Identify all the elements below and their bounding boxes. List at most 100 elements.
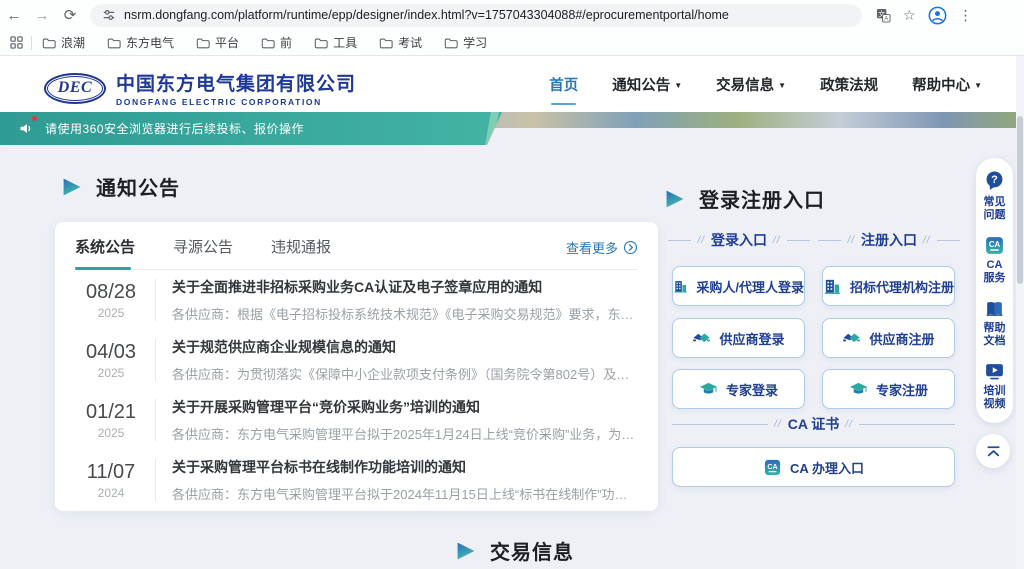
notice-date: 04/03 2025 — [75, 341, 147, 380]
bookmark-label: 学习 — [463, 34, 487, 51]
bookmark-folder[interactable]: 前 — [261, 34, 292, 51]
floating-help-rail: ? 常见问题 CA CA服务 帮助文档 培训视频 — [976, 158, 1013, 423]
notification-dot — [32, 116, 37, 121]
folder-icon — [314, 37, 328, 49]
expert-register-button[interactable]: 专家注册 — [822, 369, 955, 409]
row-divider — [155, 399, 156, 441]
folder-icon — [444, 37, 458, 49]
notice-row[interactable]: 11/07 2024 关于采购管理平台标书在线制作功能培训的通知 各供应商：东方… — [75, 450, 638, 510]
notice-title[interactable]: 关于规范供应商企业规模信息的通知 — [172, 337, 638, 357]
view-more-link[interactable]: 查看更多 — [566, 238, 638, 257]
book-icon — [984, 298, 1005, 319]
notice-title[interactable]: 关于采购管理平台标书在线制作功能培训的通知 — [172, 457, 638, 477]
notice-date: 08/28 2025 — [75, 281, 147, 320]
url-bar[interactable]: nsrm.dongfang.com/platform/runtime/epp/d… — [90, 4, 862, 27]
view-more-label: 查看更多 — [566, 238, 618, 257]
notice-row[interactable]: 01/21 2025 关于开展采购管理平台“竞价采购业务”培训的通知 各供应商：… — [75, 390, 638, 450]
screenshot-root: ← → ⟳ nsrm.dongfang.com/platform/runtime… — [0, 0, 1024, 569]
page-scrollbar[interactable] — [1016, 56, 1024, 569]
browser-menu-icon[interactable]: ⋮ — [959, 7, 973, 24]
browser-toolbar: ← → ⟳ nsrm.dongfang.com/platform/runtime… — [0, 0, 1024, 30]
svg-text:?: ? — [991, 174, 998, 186]
banner-text: 请使用360安全浏览器进行后续投标、报价操作 — [45, 120, 304, 137]
ca-badge-icon: CA — [763, 458, 782, 477]
notice-desc: 各供应商：根据《电子招标投标系统技术规范》《电子采购交易规范》要求，东方电气采购… — [172, 304, 638, 323]
bookmark-folder[interactable]: 平台 — [196, 34, 239, 51]
notice-row[interactable]: 08/28 2025 关于全面推进非招标采购业务CA认证及电子签章应用的通知 各… — [75, 270, 638, 330]
collapse-top-icon — [985, 443, 1002, 460]
handshake-icon — [692, 329, 711, 348]
folder-icon — [379, 37, 393, 49]
chevron-down-icon: ▼ — [674, 81, 682, 90]
supplier-register-button[interactable]: 供应商注册 — [822, 318, 955, 358]
speaker-icon — [18, 120, 35, 137]
notice-title[interactable]: 关于开展采购管理平台“竞价采购业务”培训的通知 — [172, 397, 638, 417]
chevron-down-icon: ▼ — [974, 81, 982, 90]
dec-logo-oval: DEC — [44, 73, 106, 104]
folder-icon — [261, 37, 275, 49]
expert-login-button[interactable]: 专家登录 — [672, 369, 805, 409]
bookmark-folder[interactable]: 工具 — [314, 34, 357, 51]
chevron-down-icon: ▼ — [778, 81, 786, 90]
ca-group-label: //CA 证书// — [672, 414, 955, 434]
tab-system-notices[interactable]: 系统公告 — [75, 236, 135, 259]
company-name-cn: 中国东方电气集团有限公司 — [116, 69, 356, 96]
apps-grid-icon[interactable] — [10, 36, 23, 49]
help-docs-rail-item[interactable]: 帮助文档 — [984, 298, 1006, 348]
bookmark-folder[interactable]: 浪潮 — [42, 34, 85, 51]
row-divider — [155, 339, 156, 381]
ca-apply-button[interactable]: CA CA 办理入口 — [672, 447, 955, 487]
nav-help-center[interactable]: 帮助中心▼ — [912, 70, 982, 99]
notices-section-title: 通知公告 — [96, 172, 180, 201]
notice-row[interactable]: 04/03 2025 关于规范供应商企业规模信息的通知 各供应商：为贯彻落实《保… — [75, 330, 638, 390]
nav-home[interactable]: 首页 — [549, 70, 578, 99]
scrollbar-thumb[interactable] — [1017, 116, 1023, 284]
nav-trade-info[interactable]: 交易信息▼ — [716, 70, 786, 99]
faq-rail-item[interactable]: ? 常见问题 — [984, 170, 1006, 222]
bookmark-folder[interactable]: 学习 — [444, 34, 487, 51]
tab-violation-reports[interactable]: 违规通报 — [271, 236, 331, 259]
purchaser-login-button[interactable]: 采购人/代理人登录 — [672, 266, 805, 306]
translate-icon[interactable]: 文A — [876, 8, 891, 23]
bookmark-label: 东方电气 — [126, 34, 174, 51]
notice-date: 11/07 2024 — [75, 461, 147, 500]
bookmark-folder[interactable]: 东方电气 — [107, 34, 174, 51]
supplier-login-button[interactable]: 供应商登录 — [672, 318, 805, 358]
nav-notices[interactable]: 通知公告▼ — [612, 70, 682, 99]
graduation-cap-icon — [849, 380, 868, 399]
folder-icon — [196, 37, 210, 49]
graduation-cap-icon — [699, 380, 718, 399]
svg-text:CA: CA — [989, 240, 1001, 249]
bookmarks-bar: 浪潮 东方电气 平台 前 工具 考试 学习 — [0, 30, 1024, 56]
ca-service-rail-item[interactable]: CA CA服务 — [984, 235, 1006, 285]
bookmark-label: 平台 — [215, 34, 239, 51]
forward-icon[interactable]: → — [28, 7, 56, 24]
profile-avatar[interactable] — [928, 6, 947, 25]
nav-policies[interactable]: 政策法规 — [820, 70, 878, 99]
browser-warning-banner: 请使用360安全浏览器进行后续投标、报价操作 — [0, 112, 502, 145]
ca-badge-icon: CA — [984, 235, 1005, 256]
dec-logo-text: DEC — [58, 79, 92, 97]
back-icon[interactable]: ← — [0, 7, 28, 24]
building-icon — [823, 277, 842, 296]
bookmark-label: 工具 — [333, 34, 357, 51]
bookmark-folder[interactable]: 考试 — [379, 34, 422, 51]
bidding-agency-register-button[interactable]: 招标代理机构注册 — [822, 266, 955, 306]
site-settings-icon[interactable] — [102, 8, 116, 22]
question-icon: ? — [984, 170, 1005, 193]
reload-icon[interactable]: ⟳ — [56, 6, 84, 24]
svg-text:CA: CA — [767, 462, 777, 470]
company-name-en: DONGFANG ELECTRIC CORPORATION — [116, 97, 356, 107]
company-logo[interactable]: DEC 中国东方电气集团有限公司 DONGFANG ELECTRIC CORPO… — [44, 69, 356, 107]
notice-desc: 各供应商：东方电气采购管理平台拟于2025年1月24日上线“竞价采购”业务，为帮… — [172, 424, 638, 443]
notices-card: 系统公告 寻源公告 违规通报 查看更多 08/28 2025 关于全面推进非招标… — [55, 222, 658, 511]
collapse-to-top-button[interactable] — [976, 434, 1010, 468]
trade-section-title: 交易信息 — [490, 536, 574, 565]
notice-title[interactable]: 关于全面推进非招标采购业务CA认证及电子签章应用的通知 — [172, 277, 638, 297]
bookmark-star-icon[interactable]: ☆ — [903, 7, 916, 24]
notice-desc: 各供应商：为贯彻落实《保障中小企业款项支付条例》（国务院令第802号）及《中小企… — [172, 364, 638, 383]
url-text: nsrm.dongfang.com/platform/runtime/epp/d… — [124, 8, 729, 22]
training-video-rail-item[interactable]: 培训视频 — [984, 361, 1006, 411]
login-section-header: 登录注册入口 — [663, 184, 825, 213]
tab-sourcing-notices[interactable]: 寻源公告 — [173, 236, 233, 259]
